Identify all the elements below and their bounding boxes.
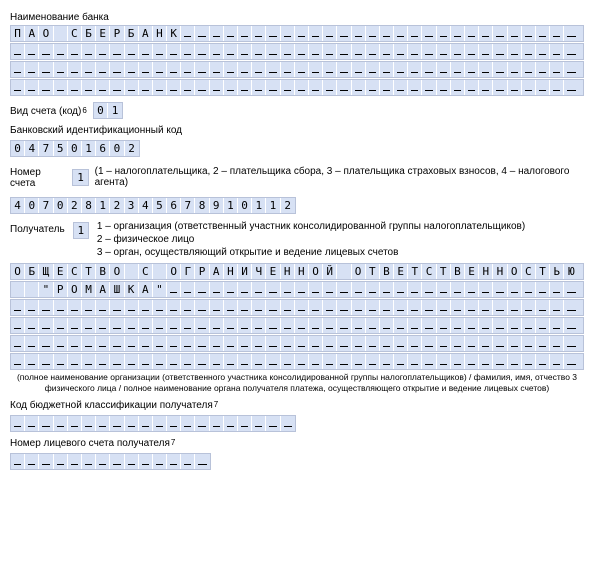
account-type-field[interactable]: 01: [93, 102, 123, 119]
pers-acc-field[interactable]: [10, 453, 211, 470]
bank-name-label: Наименование банка: [10, 12, 584, 23]
account-num-code-field[interactable]: 1: [72, 169, 88, 186]
account-type-label: Вид счета (код)6: [10, 106, 87, 117]
bank-name-field[interactable]: ПАОСБЕРБАНК: [10, 25, 584, 96]
kbk-field[interactable]: [10, 415, 296, 432]
bik-field[interactable]: 047501602: [10, 140, 140, 157]
account-num-paren: (1 – налогоплательщика, 2 – плательщика …: [95, 166, 584, 188]
account-20-field[interactable]: 40702812345678910112: [10, 197, 296, 214]
kbk-label: Код бюджетной классификации получателя7: [10, 400, 584, 411]
recipient-label: Получатель: [10, 224, 65, 235]
recipient-legend: 1 – организация (ответственный участник …: [97, 220, 525, 259]
pers-acc-label: Номер лицевого счета получателя7: [10, 438, 584, 449]
bik-label: Банковский идентификационный код: [10, 125, 584, 136]
account-num-label: Номер счета: [10, 167, 66, 189]
recipient-footnote: (полное наименование организации (ответс…: [10, 372, 584, 394]
recipient-code-field[interactable]: 1: [73, 222, 89, 239]
recipient-name-field[interactable]: ОБЩЕСТВОСОГРАНИЧЕННОЙОТВЕТСТВЕННОСТЬЮ"РО…: [10, 263, 584, 370]
